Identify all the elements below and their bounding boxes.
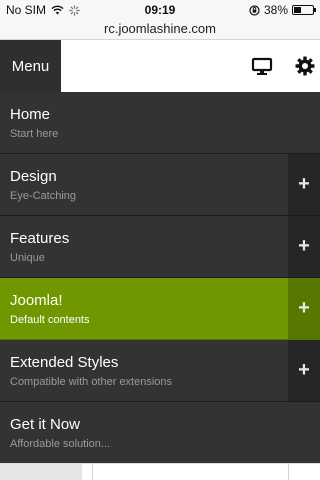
expand-extended-styles-button[interactable]: +: [288, 340, 320, 401]
menu-item-subtitle: Compatible with other extensions: [10, 376, 173, 388]
page-divider: [288, 464, 289, 480]
menu-item-extended-styles[interactable]: Extended Styles Compatible with other ex…: [0, 340, 320, 402]
desktop-icon[interactable]: [250, 54, 274, 78]
expand-joomla-button[interactable]: +: [288, 278, 320, 339]
menu-item-title: Extended Styles: [10, 354, 119, 371]
menu-item-title: Design: [10, 168, 57, 185]
battery-icon: [292, 5, 316, 15]
orientation-lock-icon: [249, 4, 260, 16]
menu-item-title: Features: [10, 230, 70, 247]
page-divider: [92, 464, 93, 480]
address-bar[interactable]: rc.joomlashine.com: [0, 20, 320, 40]
gear-icon[interactable]: [293, 54, 317, 78]
menu-item-design[interactable]: Design Eye-Catching +: [0, 154, 320, 216]
menu-item-subtitle: Default contents: [10, 314, 90, 326]
menu-list: Home Start here Design Eye-Catching + Fe…: [0, 92, 320, 464]
menu-item-joomla[interactable]: Joomla! Default contents +: [0, 278, 320, 340]
menu-item-title: Get it Now: [10, 416, 81, 433]
menu-item-features[interactable]: Features Unique +: [0, 216, 320, 278]
expand-design-button[interactable]: +: [288, 154, 320, 215]
menu-item-subtitle: Affordable solution...: [10, 438, 111, 450]
site-header: Menu: [0, 40, 320, 92]
menu-item-home[interactable]: Home Start here: [0, 92, 320, 154]
menu-item-subtitle: Start here: [10, 128, 59, 140]
menu-item-subtitle: Unique: [10, 252, 45, 264]
page-content-strip: [0, 464, 82, 480]
status-bar: No SIM 09:19 38%: [0, 0, 320, 20]
page-content-edge: [0, 463, 320, 480]
menu-item-subtitle: Eye-Catching: [10, 190, 77, 202]
status-right: 38%: [249, 3, 316, 17]
menu-button[interactable]: Menu: [0, 40, 61, 92]
menu-item-get-it-now[interactable]: Get it Now Affordable solution...: [0, 402, 320, 464]
battery-percent: 38%: [263, 3, 288, 17]
battery-level: [294, 7, 301, 13]
menu-item-title: Joomla!: [10, 292, 63, 309]
menu-item-title: Home: [10, 106, 51, 123]
expand-features-button[interactable]: +: [288, 216, 320, 277]
